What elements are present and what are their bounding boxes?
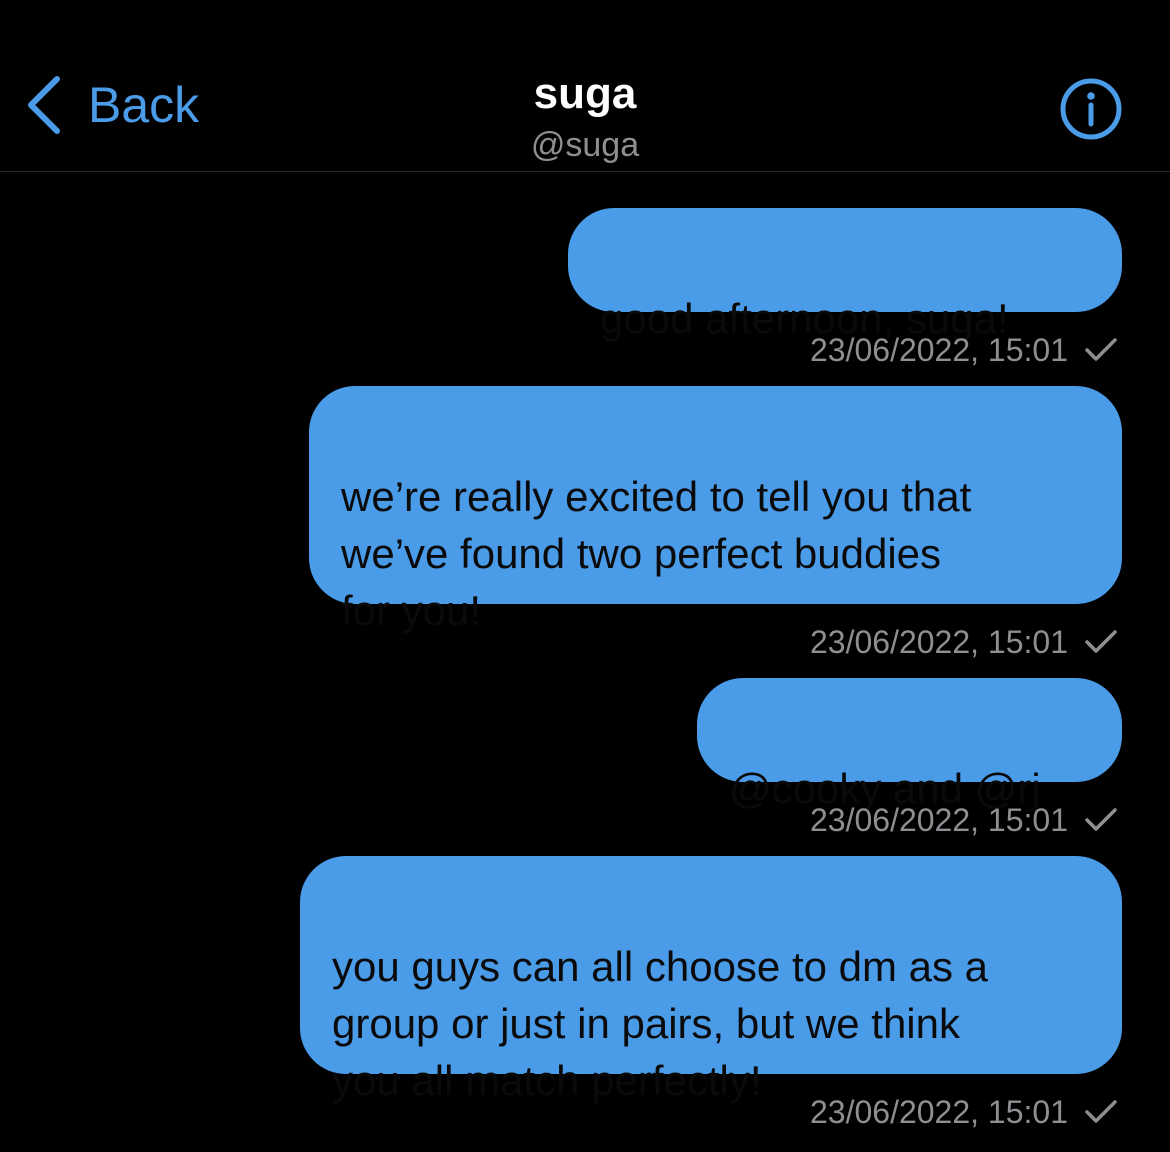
check-icon [1085,808,1117,831]
message-bubble[interactable]: @cooky and @rj [697,678,1122,812]
chat-header: Back suga @suga [0,0,1170,172]
message-meta: 23/06/2022, 15:01 [810,1092,1118,1132]
message-meta: 23/06/2022, 15:01 [810,330,1118,370]
message-text: we’re really excited to tell you that we… [341,473,972,634]
message-timestamp: 23/06/2022, 15:01 [809,1093,1068,1130]
message-bubble[interactable]: good afternoon, suga! [568,208,1122,342]
info-button[interactable] [1060,78,1122,140]
contact-handle: @suga [530,126,640,164]
check-icon [1085,1100,1117,1123]
message-text: you guys can all choose to dm as a group… [332,943,989,1104]
message-meta: 23/06/2022, 15:01 [810,622,1118,662]
info-icon [1060,78,1122,140]
message-timestamp: 23/06/2022, 15:01 [809,331,1068,368]
message-bubble[interactable]: you guys can all choose to dm as a group… [300,856,1122,1104]
message-meta: 23/06/2022, 15:01 [810,800,1118,840]
message-thread: good afternoon, suga! 23/06/2022, 15:01 … [0,172,1170,1152]
check-icon [1085,338,1117,361]
message-timestamp: 23/06/2022, 15:01 [809,801,1068,838]
check-icon [1085,630,1117,653]
contact-name: suga [533,69,637,118]
message-bubble[interactable]: we’re really excited to tell you that we… [309,386,1122,634]
message-timestamp: 23/06/2022, 15:01 [809,623,1068,660]
